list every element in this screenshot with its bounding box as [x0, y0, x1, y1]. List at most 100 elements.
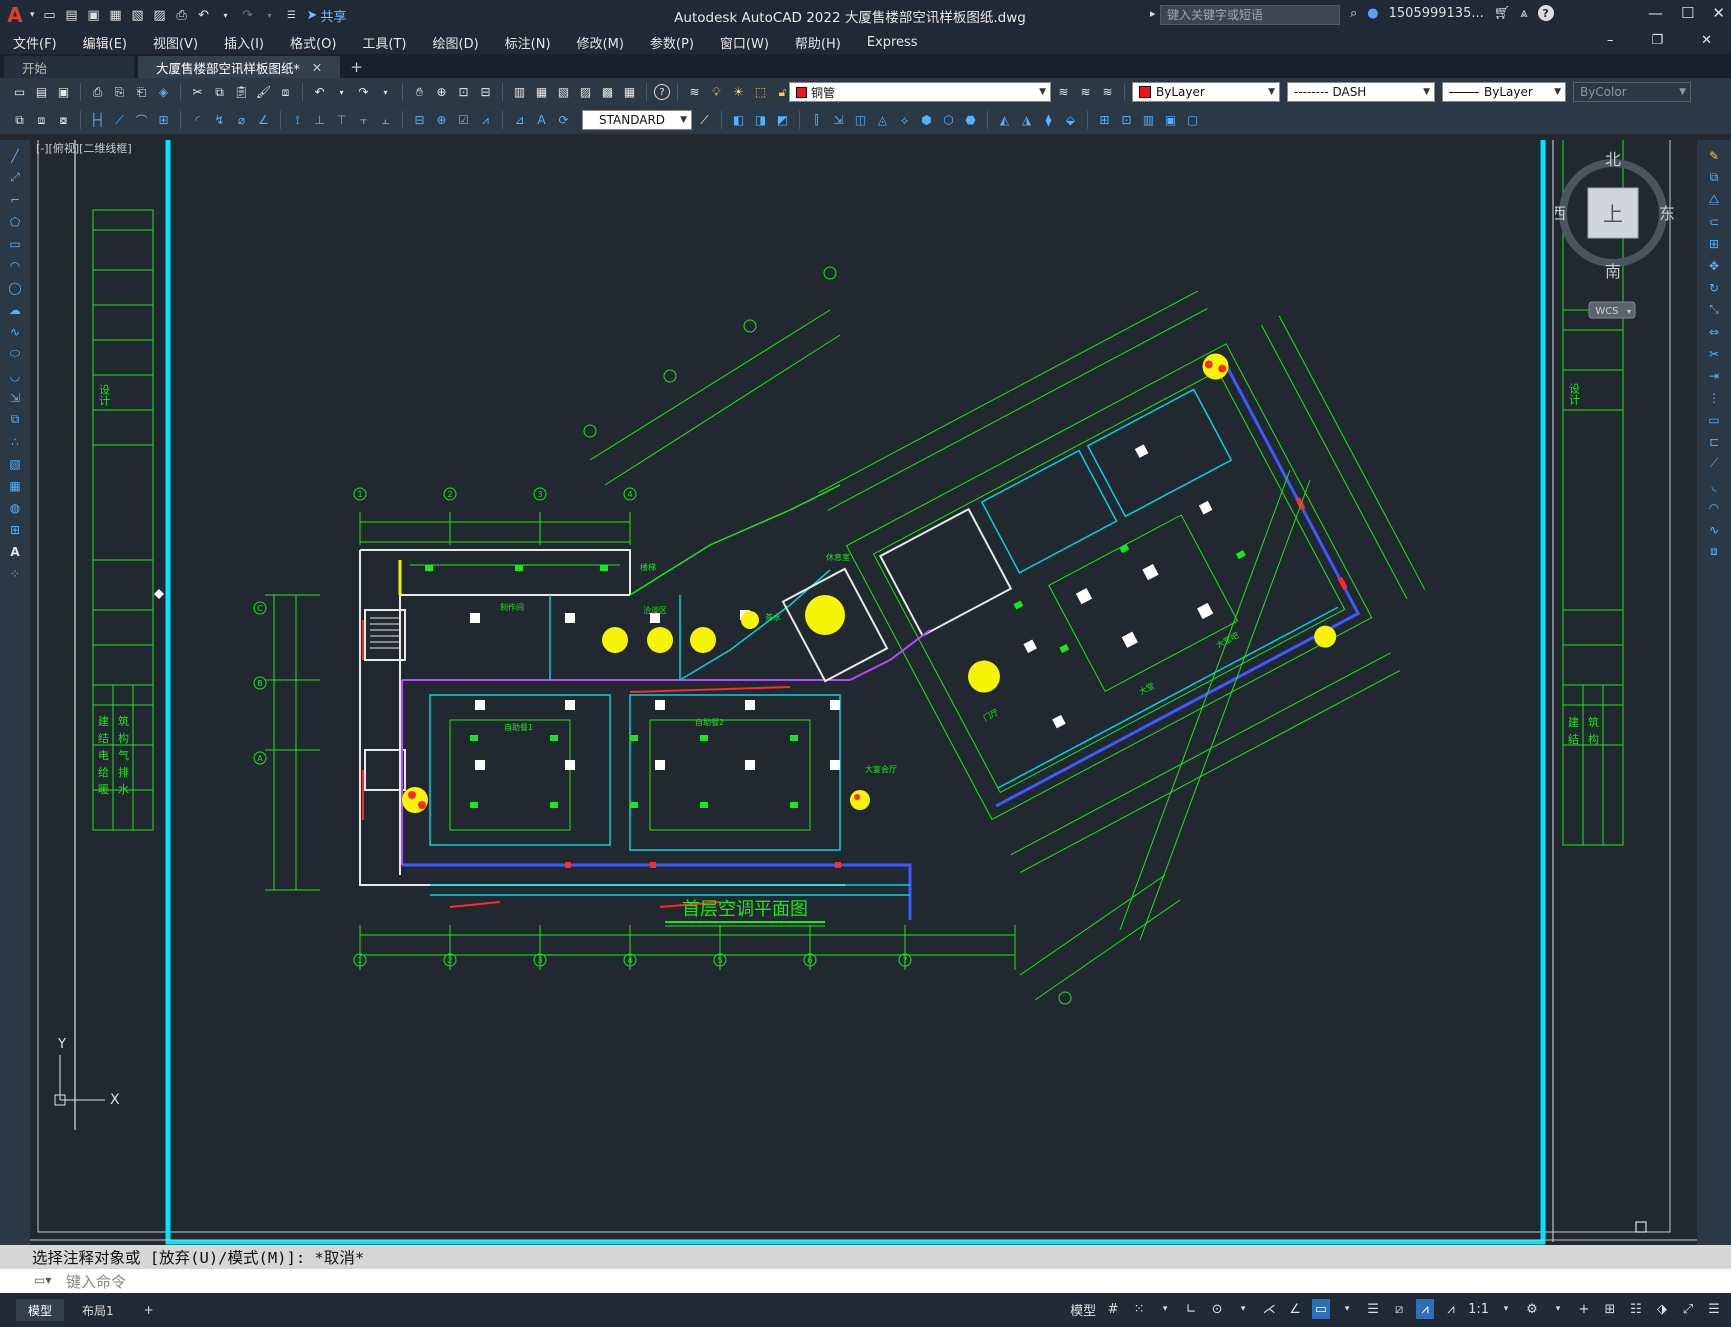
- menu-tools[interactable]: 工具(T): [349, 33, 419, 52]
- circle-icon[interactable]: ◯: [6, 278, 25, 297]
- menu-dimension[interactable]: 标注(N): [492, 33, 564, 52]
- group-edit-icon[interactable]: ⧫: [1039, 111, 1058, 130]
- workspace-gear-icon[interactable]: ⚙: [1523, 1299, 1541, 1319]
- drawing-canvas[interactable]: 设计 建 结 电 给 暖 筑 构 气 排 水 设计 建 结 筑 构 1 2 3 …: [30, 140, 1697, 1245]
- make-current-layer-icon[interactable]: ≋: [1054, 83, 1073, 102]
- array-icon[interactable]: ⊞: [1705, 234, 1724, 253]
- edit-poly-icon[interactable]: ⧈: [1705, 542, 1724, 561]
- add-icon[interactable]: +: [1575, 1299, 1593, 1319]
- select-all-icon[interactable]: ⧇: [54, 111, 73, 130]
- polygon-icon[interactable]: ⬠: [6, 212, 25, 231]
- open-icon[interactable]: ▤: [63, 6, 81, 24]
- open-icon[interactable]: ▤: [32, 83, 51, 102]
- dim-diameter-icon[interactable]: ⌀: [232, 111, 251, 130]
- tab-drawing[interactable]: 大厦售楼部空讯样板图纸* ✕: [138, 56, 341, 78]
- model-space-button[interactable]: 模型: [1070, 1299, 1096, 1319]
- redo-icon[interactable]: ↷: [354, 83, 373, 102]
- layer-dropdown[interactable]: 铜管 ▼: [789, 82, 1051, 102]
- lineweight-dropdown[interactable]: ByLayer ▼: [1442, 82, 1566, 102]
- properties-icon[interactable]: ▥: [510, 83, 529, 102]
- linetype-dropdown[interactable]: -------- DASH ▼: [1287, 82, 1435, 102]
- attdef-icon[interactable]: ◬: [873, 111, 892, 130]
- revcloud-icon[interactable]: ☁: [6, 300, 25, 319]
- calculator-icon[interactable]: ▦: [620, 83, 639, 102]
- layer-properties-icon[interactable]: ≋: [685, 83, 704, 102]
- redo-list-icon[interactable]: ▾: [376, 83, 395, 102]
- distance-icon[interactable]: ▢: [1183, 111, 1202, 130]
- menu-modify[interactable]: 修改(M): [564, 33, 637, 52]
- explode-icon[interactable]: ∿: [1705, 520, 1724, 539]
- dim-arc-icon[interactable]: ⌒: [132, 111, 151, 130]
- save-icon[interactable]: ▣: [85, 6, 103, 24]
- tab-close-icon[interactable]: ✕: [312, 60, 322, 75]
- inspect-icon[interactable]: ☑: [454, 111, 473, 130]
- color-dropdown[interactable]: ByLayer ▼: [1132, 82, 1280, 102]
- draworder-back-icon[interactable]: ◨: [751, 111, 770, 130]
- block-editor-icon[interactable]: ⧈: [276, 83, 295, 102]
- center-mark-icon[interactable]: ⊕: [432, 111, 451, 130]
- quick-select-icon[interactable]: ⧉: [10, 111, 29, 130]
- menu-express[interactable]: Express: [854, 35, 931, 50]
- drawing-svg[interactable]: 设计 建 结 电 给 暖 筑 构 气 排 水 设计 建 结 筑 构 1 2 3 …: [30, 140, 1697, 1245]
- annotation-scale[interactable]: 1:1: [1468, 1299, 1489, 1319]
- menu-parametric[interactable]: 参数(P): [637, 33, 707, 52]
- save-icon[interactable]: ▣: [54, 83, 73, 102]
- maximize-icon[interactable]: ☐: [1681, 4, 1694, 22]
- redo-dropdown-icon[interactable]: ▾: [261, 6, 279, 24]
- pan-icon[interactable]: ✋︎: [410, 83, 429, 102]
- menu-view[interactable]: 视图(V): [140, 33, 211, 52]
- share-button[interactable]: ➤ 共享: [307, 6, 347, 25]
- transparency-icon[interactable]: ⧄: [1390, 1299, 1408, 1319]
- undo-icon[interactable]: ↶: [195, 6, 213, 24]
- wblock-icon[interactable]: ◫: [851, 111, 870, 130]
- recent-commands-icon[interactable]: ▭▾: [34, 1273, 51, 1287]
- osnap-icon[interactable]: ▭: [1312, 1299, 1331, 1319]
- select-similar-icon[interactable]: ⧈: [32, 111, 51, 130]
- zoom-realtime-icon[interactable]: ⊕: [432, 83, 451, 102]
- add-layout-icon[interactable]: +: [132, 1299, 166, 1321]
- viewcube-east-label[interactable]: 东: [1659, 204, 1675, 223]
- osnap-dropdown-icon[interactable]: ▾: [1338, 1299, 1356, 1319]
- ungroup-icon[interactable]: ◮: [1017, 111, 1036, 130]
- units-icon[interactable]: ⊞: [1601, 1299, 1619, 1319]
- copy-icon[interactable]: ⧉: [210, 83, 229, 102]
- line-icon[interactable]: ╱: [6, 146, 25, 165]
- dim-style-icon[interactable]: ⟋: [695, 111, 714, 130]
- doc-minimize-icon[interactable]: –: [1594, 33, 1627, 48]
- hatch-icon[interactable]: ▧: [6, 454, 25, 473]
- workspace-dropdown-icon[interactable]: ▾: [1549, 1299, 1567, 1319]
- id-point-icon[interactable]: ▣: [1161, 111, 1180, 130]
- tab-start[interactable]: 开始: [4, 56, 134, 78]
- layout-tab-model[interactable]: 模型: [16, 1299, 65, 1321]
- cart-icon[interactable]: 🛒︎: [1494, 6, 1511, 21]
- dim-angular-icon[interactable]: ∠: [254, 111, 273, 130]
- snap-dropdown-icon[interactable]: ▾: [1156, 1299, 1174, 1319]
- undo-dropdown-icon[interactable]: ▾: [217, 6, 235, 24]
- polar-icon[interactable]: ⊙: [1208, 1299, 1226, 1319]
- quick-properties-icon[interactable]: ☷: [1627, 1299, 1645, 1319]
- cut-icon[interactable]: ✂: [188, 83, 207, 102]
- chamfer-icon[interactable]: ⟋: [1705, 454, 1724, 473]
- command-input[interactable]: 键入命令: [0, 1269, 1731, 1293]
- undo-icon[interactable]: ↶: [310, 83, 329, 102]
- plot-preview-icon[interactable]: ⎘: [110, 83, 129, 102]
- osnap-tracking-icon[interactable]: ∠: [1286, 1299, 1304, 1319]
- save-web-icon[interactable]: ▨: [151, 6, 169, 24]
- blend-icon[interactable]: ◠: [1705, 498, 1724, 517]
- insert-icon[interactable]: ⇲: [829, 111, 848, 130]
- group-icon[interactable]: ◭: [995, 111, 1014, 130]
- erase-icon[interactable]: ✎: [1705, 146, 1724, 165]
- 3d-print-icon[interactable]: ◈: [154, 83, 173, 102]
- user-name[interactable]: 1505999135...: [1389, 6, 1484, 21]
- customize-status-icon[interactable]: ☰: [1705, 1299, 1723, 1319]
- dim-edit-icon[interactable]: ⊿: [510, 111, 529, 130]
- region-icon[interactable]: ◍: [6, 498, 25, 517]
- doc-restore-icon[interactable]: ❐: [1638, 33, 1676, 48]
- qnew-icon[interactable]: ▭: [10, 83, 29, 102]
- annotation-visibility-icon[interactable]: ⩘: [1416, 1299, 1435, 1319]
- redo-icon[interactable]: ↷: [239, 6, 257, 24]
- break-point-icon[interactable]: ⋮: [1705, 388, 1724, 407]
- draworder-above-icon[interactable]: ◩: [773, 111, 792, 130]
- layer-states-icon[interactable]: ≋: [1098, 83, 1117, 102]
- dim-continue-icon[interactable]: ⊤: [332, 111, 351, 130]
